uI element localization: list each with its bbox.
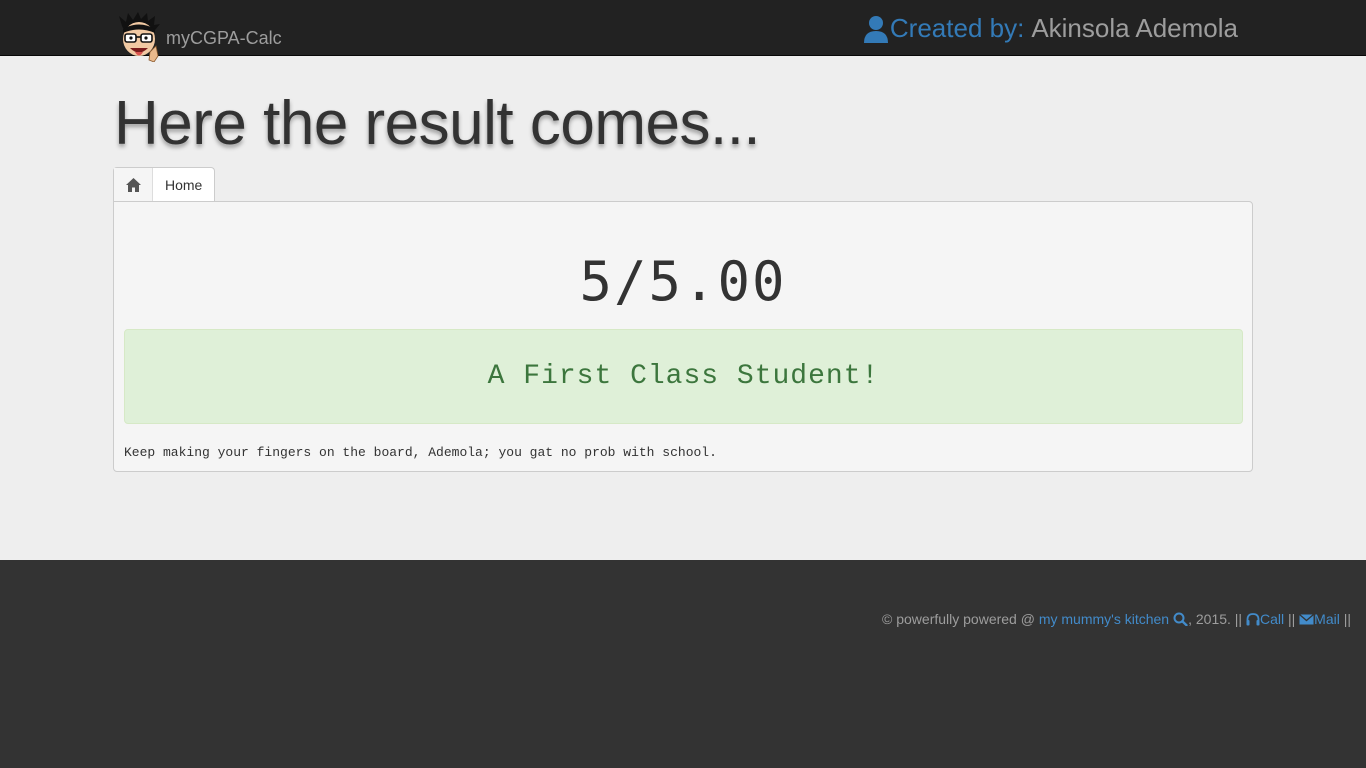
breadcrumb-home-button[interactable]	[114, 168, 153, 201]
page-footer: © powerfully powered @ my mummy's kitche…	[0, 560, 1366, 768]
creator-label: Created by:	[889, 13, 1025, 43]
breadcrumb: Home	[113, 167, 216, 201]
classification-alert: A First Class Student!	[124, 329, 1243, 424]
mail-label: Mail	[1314, 611, 1340, 627]
result-panel: 5/5.00 A First Class Student! Keep makin…	[113, 201, 1253, 472]
footer-prefix: © powerfully powered @	[882, 611, 1039, 627]
result-note: Keep making your fingers on the board, A…	[124, 445, 717, 460]
home-icon	[125, 177, 141, 192]
footer-year: , 2015. ||	[1188, 611, 1246, 627]
envelope-icon	[1299, 613, 1315, 624]
search-icon	[1173, 612, 1188, 626]
brand-name: myCGPA-Calc	[166, 28, 282, 48]
kitchen-link-text: my mummy's kitchen	[1038, 611, 1170, 627]
creator-name: Akinsola Ademola	[1031, 13, 1238, 43]
creator-credit: Created by: Akinsola Ademola	[863, 13, 1238, 44]
call-label: Call	[1259, 611, 1285, 627]
classification-text: A First Class Student!	[487, 361, 880, 392]
avatar-logo-icon	[119, 12, 160, 62]
footer-credits: © powerfully powered @ my mummy's kitche…	[882, 611, 1351, 627]
footer-separator: ||	[1284, 611, 1300, 627]
top-navbar: myCGPA-Calc Created by: Akinsola Ademola	[0, 0, 1366, 62]
headphones-icon	[1246, 612, 1260, 625]
brand-link[interactable]: myCGPA-Calc	[116, 12, 282, 64]
footer-suffix: ||	[1339, 611, 1351, 627]
page-title: Here the result comes...	[114, 89, 761, 158]
user-icon	[863, 15, 888, 43]
mail-link[interactable]: Mail	[1299, 611, 1340, 627]
cgpa-score: 5/5.00	[579, 250, 787, 313]
breadcrumb-home-link[interactable]: Home	[153, 168, 214, 201]
call-link[interactable]: Call	[1246, 611, 1284, 627]
kitchen-link[interactable]: my mummy's kitchen	[1039, 611, 1188, 627]
